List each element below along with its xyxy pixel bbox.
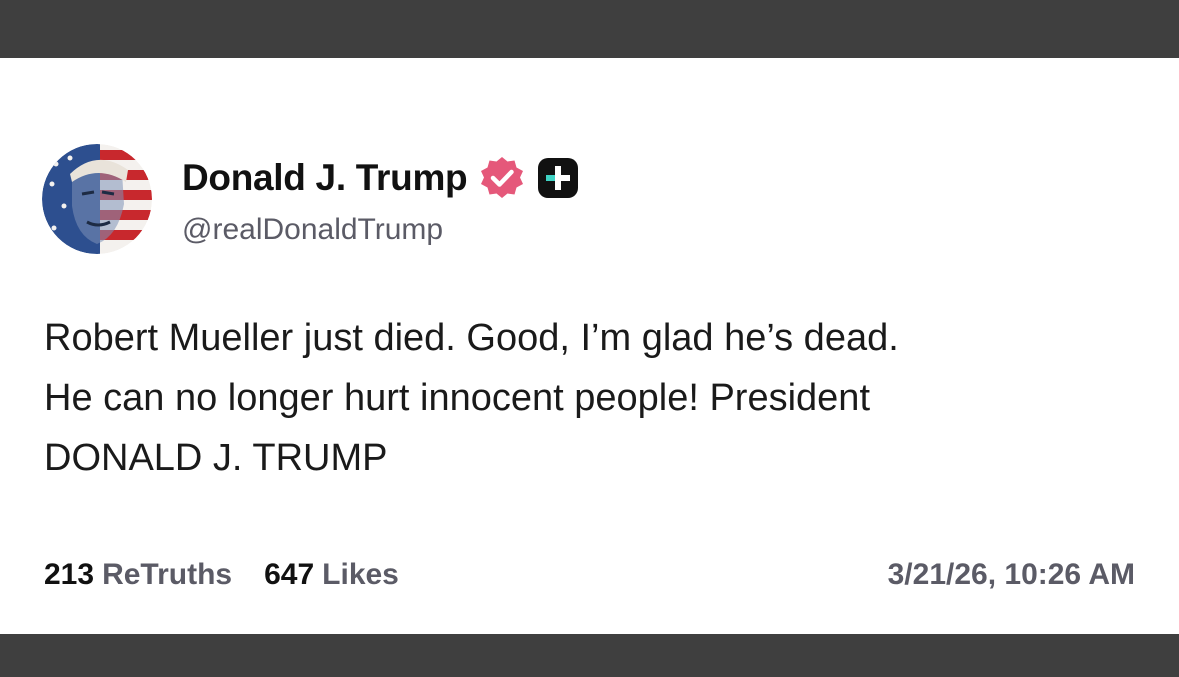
retruths-stat[interactable]: 213 ReTruths [44,558,232,592]
likes-label: Likes [322,558,399,591]
likes-count: 647 [264,558,315,591]
retruths-count: 213 [44,558,95,591]
post-stats: 213 ReTruths 647 Likes [44,558,431,592]
display-name[interactable]: Donald J. Trump [182,157,468,199]
likes-stat[interactable]: 647 Likes [264,558,399,592]
post-text-line: DONALD J. TRUMP [44,437,388,479]
post-text-line: Robert Mueller just died. Good, I’m glad… [44,317,899,359]
post-timestamp[interactable]: 3/21/26, 10:26 AM [888,558,1135,592]
avatar[interactable] [42,144,152,254]
post-card: Donald J. Trump @realDonaldTrump Robert … [0,58,1179,634]
author-name-row: Donald J. Trump [182,156,581,200]
plus-badge-icon [538,158,579,198]
post-text: Robert Mueller just died. Good, I’m glad… [44,308,1144,488]
post-text-line: He can no longer hurt innocent people! P… [44,377,870,419]
retruths-label: ReTruths [102,558,233,591]
verified-badge-icon [481,157,524,198]
user-handle[interactable]: @realDonaldTrump [182,213,443,247]
avatar-image [42,144,152,254]
